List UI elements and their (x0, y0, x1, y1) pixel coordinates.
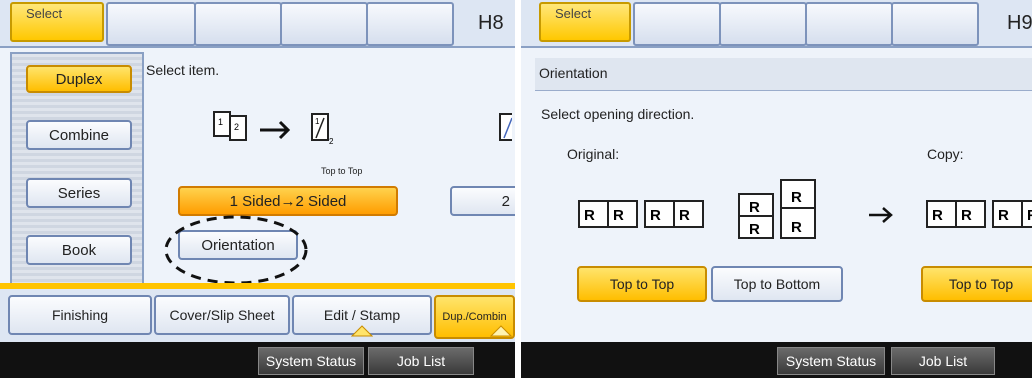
tab-blank-4[interactable] (366, 2, 454, 46)
preview-caption: Top to Top (321, 166, 363, 176)
status-bar: System Status Job List (0, 342, 515, 378)
instruction-text: Select opening direction. (541, 106, 695, 122)
tab-blank-3[interactable] (805, 2, 893, 46)
copy-top-to-top-button[interactable]: Top to Top (921, 266, 1032, 302)
page-letter: R (584, 207, 595, 224)
left-copier-screen: Select H8 Duplex Combine Series Book Sel… (0, 0, 515, 378)
svg-text:R: R (749, 199, 760, 216)
copy-pages-icon: R R R R (926, 200, 1032, 228)
right-copier-screen: Select H9 Orientation Select opening dir… (521, 0, 1032, 378)
original-top-to-top-button[interactable]: Top to Top (577, 266, 707, 302)
original-label: Original: (567, 146, 620, 162)
tab-finishing[interactable]: Finishing (8, 295, 152, 335)
duplex-preview-icon: 1 2 1 2 (213, 111, 512, 146)
svg-text:R: R (961, 207, 972, 224)
tab-pointer-icon (490, 325, 512, 337)
status-bar: System Status Job List (521, 342, 1032, 378)
svg-text:R: R (650, 207, 661, 224)
original-top-to-bottom-button[interactable]: Top to Bottom (711, 266, 843, 302)
svg-text:2: 2 (234, 122, 239, 132)
top-to-bottom-pages-icon: R R R R (738, 179, 816, 239)
instruction-text: Select item. (146, 62, 220, 78)
tab-select[interactable]: Select (539, 2, 631, 42)
side-menu-series[interactable]: Series (26, 178, 132, 208)
side-menu-combine[interactable]: Combine (26, 120, 132, 150)
tab-cover-slip-sheet[interactable]: Cover/Slip Sheet (154, 295, 290, 335)
top-to-top-pages-icon: R R R R (578, 200, 704, 228)
svg-text:2: 2 (329, 137, 334, 146)
tab-blank-3[interactable] (280, 2, 368, 46)
copy-label: Copy: (927, 146, 964, 162)
svg-text:R: R (613, 207, 624, 224)
two-sided-button-partial[interactable]: 2 (450, 186, 515, 216)
orientation-header: Orientation (535, 58, 1032, 91)
svg-text:1: 1 (315, 117, 320, 126)
tab-blank-2[interactable] (719, 2, 807, 46)
side-menu-duplex[interactable]: Duplex (26, 65, 132, 93)
tab-blank-1[interactable] (633, 2, 721, 46)
top-tab-bar: Select H8 (0, 0, 515, 48)
job-list-button[interactable]: Job List (891, 347, 995, 375)
bottom-tab-row: Finishing Cover/Slip Sheet Edit / Stamp … (0, 289, 515, 344)
svg-text:R: R (749, 221, 760, 238)
svg-text:R: R (998, 207, 1009, 224)
side-menu-book[interactable]: Book (26, 235, 132, 265)
screen-id: H8 (478, 12, 504, 34)
top-tab-bar: Select H9 (521, 0, 1032, 48)
svg-text:1: 1 (218, 117, 223, 127)
svg-text:R: R (791, 219, 802, 236)
system-status-button[interactable]: System Status (777, 347, 885, 375)
tab-blank-1[interactable] (106, 2, 196, 46)
tab-select[interactable]: Select (10, 2, 104, 42)
tab-blank-4[interactable] (891, 2, 979, 46)
highlight-circle-annotation (164, 215, 308, 285)
tab-blank-2[interactable] (194, 2, 282, 46)
svg-text:R: R (1027, 207, 1032, 224)
screen-id: H9 (1007, 12, 1032, 34)
svg-text:R: R (679, 207, 690, 224)
header-title: Orientation (539, 65, 608, 81)
job-list-button[interactable]: Job List (368, 347, 474, 375)
system-status-button[interactable]: System Status (258, 347, 364, 375)
arrow-right-icon (869, 207, 893, 223)
svg-text:R: R (932, 207, 943, 224)
tab-pointer-icon (351, 325, 373, 337)
svg-text:R: R (791, 189, 802, 206)
